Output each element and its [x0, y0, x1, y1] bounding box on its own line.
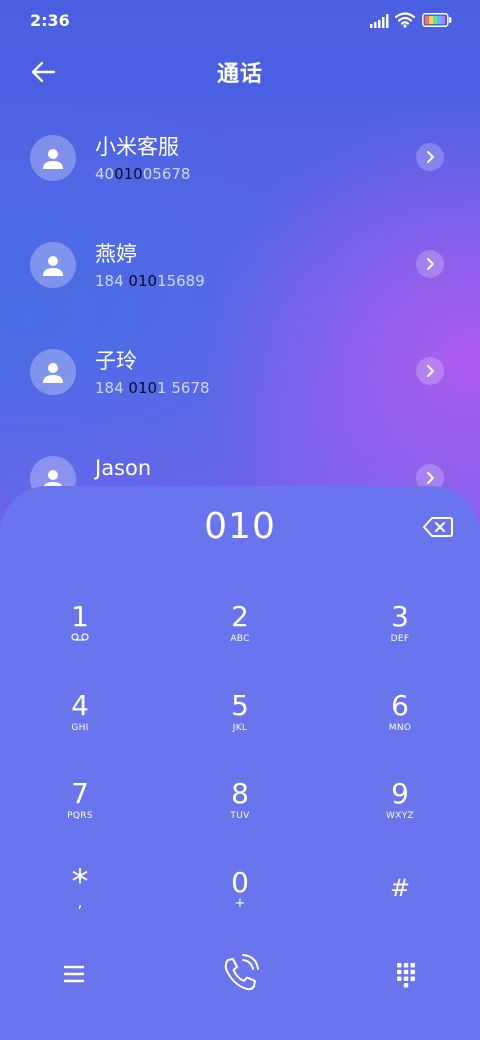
key-letters: GHI	[71, 723, 89, 733]
key-digit: 4	[71, 689, 89, 722]
key-7[interactable]: 7 PQRS	[20, 779, 140, 859]
chevron-right-icon	[427, 151, 434, 163]
signal-icon	[370, 14, 389, 28]
status-time: 2:36	[30, 11, 70, 30]
contact-detail-button[interactable]	[416, 143, 444, 171]
wifi-icon	[395, 12, 415, 28]
key-digit: 7	[71, 777, 89, 810]
chevron-right-icon	[427, 258, 434, 270]
contact-name: 子玲	[95, 349, 137, 373]
key-digit: 8	[231, 777, 249, 810]
dialed-number: 010	[204, 506, 276, 547]
key-letters: DEF	[390, 634, 410, 644]
key-digit: 2	[231, 600, 249, 633]
call-icon	[224, 954, 259, 991]
key-letters: TUV	[230, 811, 250, 821]
status-bar: 2:36	[0, 0, 480, 42]
number-match: 010	[114, 165, 143, 183]
key-digit: 0	[231, 866, 249, 899]
key-digit: 5	[231, 689, 249, 722]
contact-name: 燕婷	[95, 242, 137, 266]
key-digit: 1	[71, 600, 89, 633]
contact-detail-button[interactable]	[416, 250, 444, 278]
key-letters: MNO	[388, 723, 412, 733]
avatar	[30, 242, 76, 288]
avatar	[30, 135, 76, 181]
header-bar: 通话	[0, 42, 480, 104]
keypad-icon	[397, 963, 415, 988]
battery-icon	[422, 13, 452, 27]
key-3[interactable]: 3 DEF	[340, 602, 460, 682]
key-letters: ,	[77, 892, 83, 911]
chevron-right-icon	[427, 472, 434, 484]
backspace-button[interactable]	[422, 516, 454, 538]
chevron-right-icon	[427, 365, 434, 377]
key-star[interactable]: * ,	[20, 865, 140, 948]
key-4[interactable]: 4 GHI	[20, 691, 140, 771]
call-button[interactable]	[218, 952, 262, 996]
dialpad-sheet: 010 1 2 ABC 3 DEF 4 GHI 5 JKL 6 MNO 7 PQ…	[0, 486, 480, 1040]
number-match: 010	[128, 272, 158, 290]
key-letters: JKL	[232, 723, 248, 733]
key-6[interactable]: 6 MNO	[340, 691, 460, 771]
contact-row-yanting[interactable]: 燕婷 184 01015689	[0, 242, 480, 332]
key-digit: 9	[391, 777, 409, 810]
contact-name: Jason	[95, 456, 152, 480]
person-icon	[43, 363, 63, 383]
contact-number: 184 0101 5678	[95, 379, 210, 397]
page-title: 通话	[216, 62, 263, 87]
key-digit: 3	[391, 600, 409, 633]
menu-button[interactable]	[58, 960, 90, 988]
key-1[interactable]: 1	[20, 602, 140, 682]
key-hash[interactable]: #	[340, 873, 460, 953]
key-2[interactable]: 2 ABC	[180, 602, 300, 682]
key-8[interactable]: 8 TUV	[180, 779, 300, 859]
avatar	[30, 349, 76, 395]
contact-number: 184 01015689	[95, 272, 205, 290]
key-letters: ABC	[230, 634, 250, 644]
key-digit: 6	[391, 689, 409, 722]
contact-name: 小米客服	[95, 135, 179, 159]
key-9[interactable]: 9 WXYZ	[340, 779, 460, 859]
key-5[interactable]: 5 JKL	[180, 691, 300, 771]
key-letters: PQRS	[67, 811, 93, 821]
person-icon	[43, 256, 63, 276]
menu-icon	[63, 965, 85, 983]
contact-row-xiaomi-service[interactable]: 小米客服 4001005678	[0, 135, 480, 225]
key-digit: #	[389, 874, 411, 902]
key-letters: WXYZ	[386, 811, 414, 821]
voicemail-icon	[71, 633, 89, 641]
key-0[interactable]: 0 +	[180, 868, 300, 948]
contact-row-ziling[interactable]: 子玲 184 0101 5678	[0, 349, 480, 439]
contact-detail-button[interactable]	[416, 357, 444, 385]
contact-number: 4001005678	[95, 165, 191, 183]
backspace-icon	[423, 517, 453, 537]
key-letters: +	[234, 896, 246, 911]
keypad-toggle-button[interactable]	[392, 960, 420, 988]
number-match: 010	[128, 379, 158, 397]
person-icon	[43, 149, 63, 169]
